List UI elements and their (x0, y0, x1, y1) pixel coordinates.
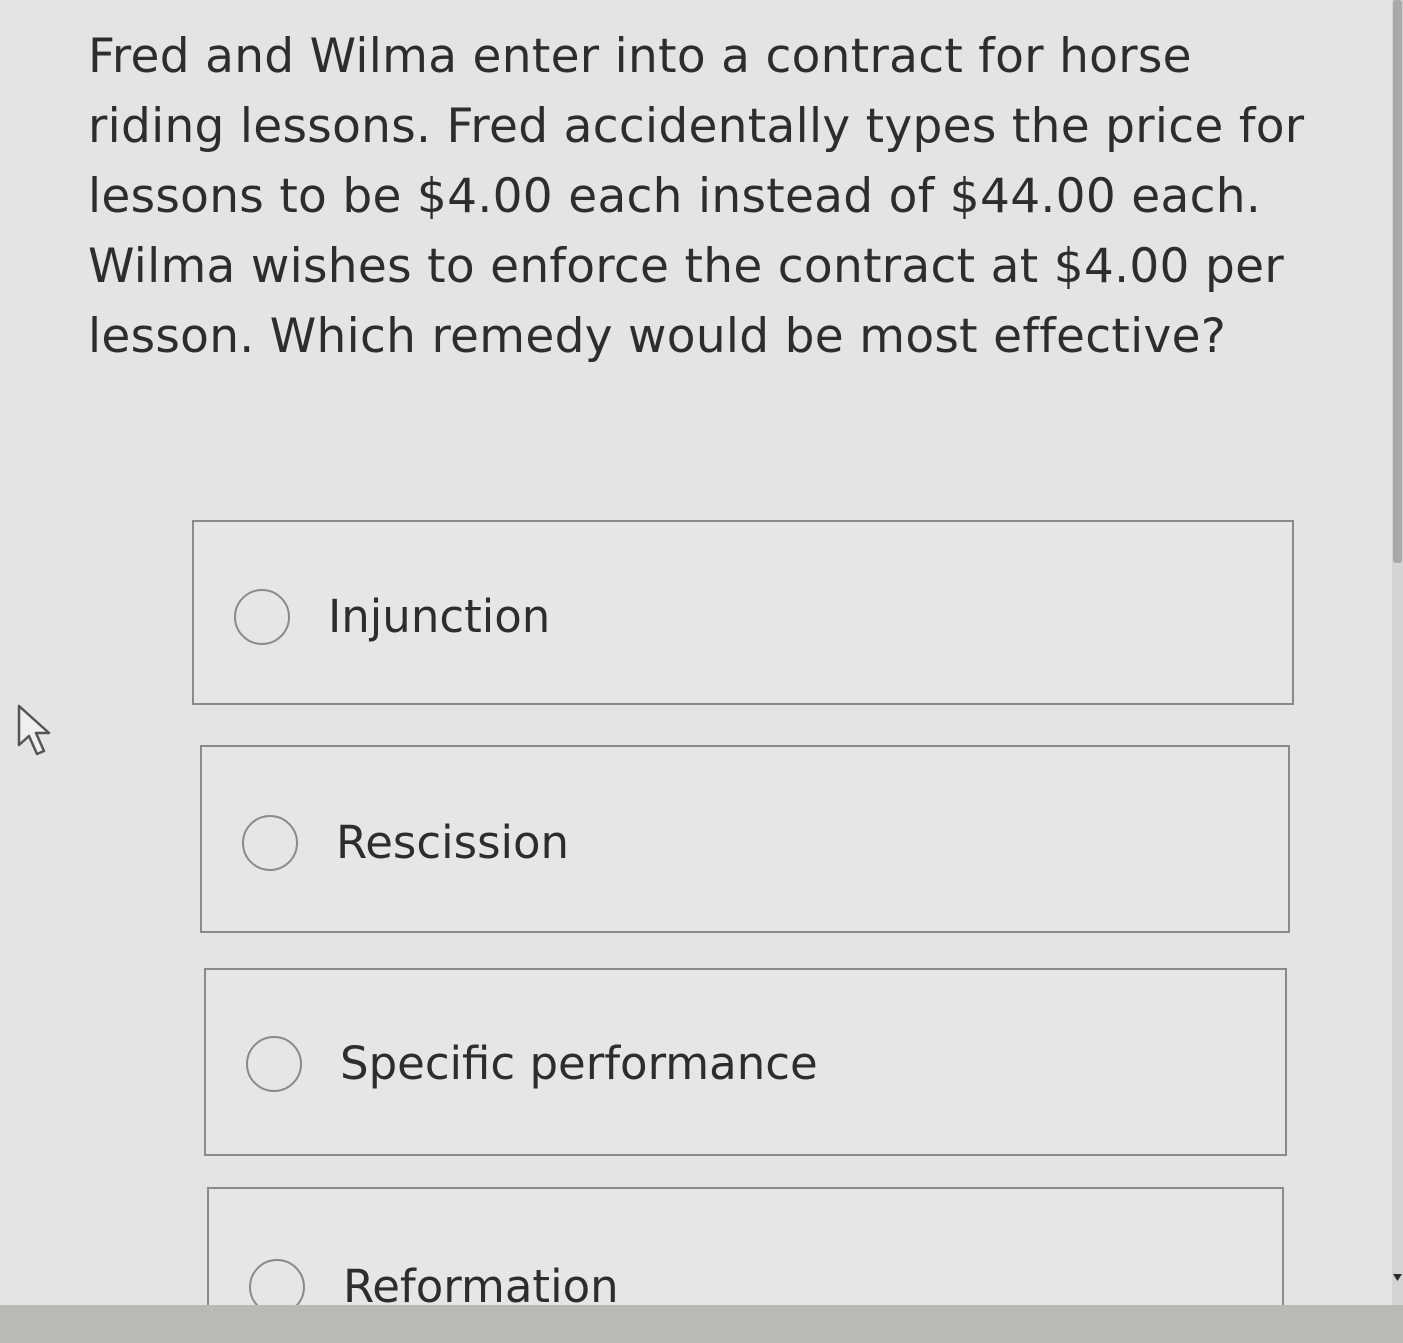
radio-button-icon[interactable] (242, 815, 298, 871)
mouse-pointer-icon (17, 704, 51, 756)
answer-option-rescission[interactable]: Rescission (200, 745, 1290, 933)
question-text: Fred and Wilma enter into a contract for… (88, 29, 1305, 364)
answer-option-specific-performance[interactable]: Specific performance (204, 968, 1287, 1156)
quiz-screen: Fred and Wilma enter into a contract for… (0, 0, 1392, 1305)
answer-option-injunction[interactable]: Injunction (192, 520, 1294, 705)
screen-bezel (0, 1305, 1403, 1343)
answer-option-label: Injunction (328, 590, 551, 643)
radio-button-icon[interactable] (246, 1036, 302, 1092)
answer-option-label: Specific performance (340, 1037, 818, 1090)
answer-option-label: Rescission (336, 816, 570, 869)
vertical-scrollbar[interactable] (1392, 0, 1403, 1305)
answer-option-label: Reformation (343, 1260, 619, 1305)
scrollbar-thumb[interactable] (1393, 0, 1402, 563)
radio-button-icon[interactable] (234, 589, 290, 645)
answer-option-reformation[interactable]: Reformation (207, 1187, 1284, 1305)
radio-button-icon[interactable] (249, 1259, 305, 1305)
scroll-down-arrow-icon[interactable] (1392, 1270, 1403, 1286)
